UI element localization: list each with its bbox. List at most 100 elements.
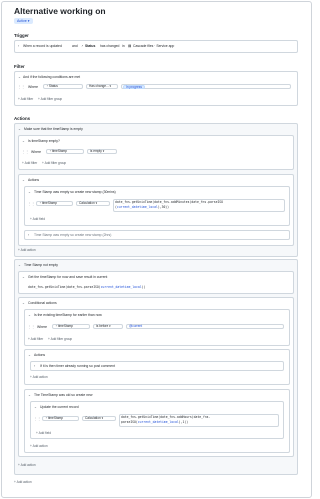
filter-operator-value: Has change...	[89, 84, 109, 88]
action-type-select[interactable]: Calculation ▾	[76, 201, 110, 206]
formula-line-1: date_fns.getUnixTime(date_fns.addMinutes…	[115, 200, 224, 204]
condition-where: Where	[37, 325, 47, 329]
drag-handle-icon[interactable]: ⋮⋮	[22, 150, 29, 154]
drag-handle-icon[interactable]: ⋮⋮	[28, 202, 35, 206]
trigger-table[interactable]: Cascade files · Service app	[133, 44, 174, 48]
chevron-down-icon[interactable]: ⌄	[22, 139, 25, 143]
add-action-button[interactable]: + Add action	[30, 375, 48, 379]
condition-operator-value: is before	[96, 324, 109, 328]
old-timestamp-title: The TimeStamp was old so create new	[34, 393, 93, 397]
formula-variable[interactable]: current_datetime_local	[138, 420, 179, 424]
trigger-and: and	[72, 44, 78, 48]
add-filter-group-button[interactable]: + Add filter group	[48, 337, 72, 341]
condition-operator-select[interactable]: is empty ▾	[87, 149, 117, 154]
get-timestamp-formula: date_fns.getUnixTime(date_fns.parseISO(c…	[28, 285, 145, 289]
action-block-title: Make sure that the timeStamp is empty	[24, 127, 83, 131]
drag-handle-icon[interactable]: ⋮⋮	[28, 325, 35, 329]
condition-field-value: timeStamp	[51, 149, 68, 153]
filter-rule: And if the following conditions are met	[23, 75, 81, 79]
filter-heading: Filter	[14, 64, 25, 69]
drag-handle-icon[interactable]: ⋮⋮	[18, 85, 25, 89]
status-badge[interactable]: Active ▾	[14, 18, 33, 24]
get-timestamp-title: Get the timeStamp for now and save resul…	[28, 275, 108, 279]
formula-text: ),30))	[157, 205, 170, 209]
add-filter-group-button[interactable]: + Add filter group	[42, 161, 66, 165]
condition-operator-value: is empty	[90, 149, 102, 153]
update-field-value: timeStamp	[47, 416, 64, 420]
condition-value-field[interactable]: @current	[126, 324, 284, 329]
chevron-right-icon[interactable]: ›	[28, 233, 29, 237]
formula-line-2: (current_datetime_local),30))	[115, 205, 169, 209]
update-type-value: Calculation	[85, 416, 101, 420]
condition-title: Is timeStamp empty?	[28, 139, 60, 143]
action-block-title: Time Stamp not empty	[24, 263, 58, 267]
action-type-value: Calculation	[79, 201, 95, 205]
formula-text: ),1))	[178, 420, 189, 424]
condition-value: @current	[129, 324, 143, 328]
conditional-actions-title: Conditional actions	[28, 301, 57, 305]
filter-where: Where	[28, 85, 38, 89]
filter-operator-select[interactable]: Has change... ▾	[86, 84, 118, 89]
trigger-heading: Trigger	[14, 33, 29, 38]
actions-heading: Actions	[14, 116, 31, 121]
chevron-down-icon[interactable]: ⌄	[28, 393, 31, 397]
condition-operator-select[interactable]: is before ▾	[93, 324, 123, 329]
chevron-down-icon[interactable]: ⌄	[18, 127, 21, 131]
condition-field-select[interactable]: ◔ timeStamp	[52, 324, 90, 329]
update-type-select[interactable]: Calculation ▾	[82, 416, 116, 421]
add-action-button-main[interactable]: + Add action	[14, 480, 32, 484]
formula-text: parseISO(	[121, 420, 138, 424]
chevron-down-icon[interactable]: ⌄	[28, 353, 31, 357]
add-action-button[interactable]: + Add action	[18, 463, 36, 467]
trigger-field[interactable]: Status	[85, 44, 95, 48]
action-field-value: timeStamp	[41, 201, 58, 205]
drag-handle-icon[interactable]: ⋮⋮	[34, 417, 41, 421]
action-field-select[interactable]: ◔ timeStamp	[36, 201, 73, 206]
filter-value-field[interactable]	[121, 84, 291, 89]
action-item-title: Time Stamp was empty so create new stamp…	[34, 190, 116, 194]
filter-value-tag[interactable]: In progress	[123, 85, 145, 89]
actions-sublabel: Actions	[28, 178, 40, 182]
formula-line-1: date_fns.getUnixTime(date_fns.addHours(d…	[121, 415, 211, 419]
actions-sublabel: Actions	[34, 353, 46, 357]
add-filter-button[interactable]: + Add filter	[28, 337, 43, 341]
page-title: Alternative working on	[14, 6, 106, 16]
chevron-down-icon[interactable]: ⌄	[28, 190, 31, 194]
update-field-select[interactable]: ◔ timeStamp	[42, 416, 79, 421]
chevron-down-icon[interactable]: ⌄	[28, 313, 31, 317]
trigger-has-changed: has changed	[100, 44, 120, 48]
condition-field-value: timeStamp	[57, 324, 74, 328]
add-field-button[interactable]: + Add field	[30, 217, 45, 221]
formula-text: ))	[141, 285, 146, 289]
status-label: Active	[17, 19, 27, 23]
chevron-down-icon[interactable]: ⌄	[18, 263, 21, 267]
filter-field-value: Status	[48, 84, 58, 88]
condition-where: Where	[31, 150, 41, 154]
chevron-down-icon[interactable]: ⌄	[22, 301, 25, 305]
trigger-in: in	[122, 44, 125, 48]
chevron-down-icon[interactable]: ⌄	[22, 275, 25, 279]
chevron-down-icon[interactable]: ⌄	[18, 75, 21, 79]
chevron-right-icon[interactable]: ›	[18, 44, 19, 48]
formula-line-2: parseISO(current_datetime_local),1))	[121, 420, 188, 424]
condition-field-select[interactable]: ◔ timeStamp	[46, 149, 84, 154]
trigger-when: When a record is updated	[23, 44, 62, 48]
add-field-button[interactable]: + Add field	[36, 431, 51, 435]
clock-icon: ◔	[81, 44, 84, 48]
formula-text: date_fns.getUnixTime(date_fns.parseISO(	[28, 285, 101, 289]
add-filter-button[interactable]: + Add filter	[18, 97, 33, 101]
chevron-down-icon[interactable]: ⌄	[22, 178, 25, 182]
add-filter-button[interactable]: + Add filter	[22, 161, 37, 165]
add-action-button[interactable]: + Add action	[18, 248, 36, 252]
action-item-title: If it is then timer already running so p…	[40, 364, 116, 368]
chevron-right-icon[interactable]: ›	[34, 364, 35, 368]
add-filter-group-button[interactable]: + Add filter group	[38, 97, 62, 101]
formula-variable[interactable]: current_datetime_local	[101, 285, 142, 289]
formula-variable[interactable]: current_datetime_local	[117, 205, 158, 209]
add-action-button[interactable]: + Add action	[30, 444, 48, 448]
chevron-down-icon[interactable]: ⌄	[34, 405, 37, 409]
condition-title: Is the existing timeStamp for earlier th…	[34, 313, 102, 317]
update-record-title: Update the current record	[40, 405, 79, 409]
filter-field-select[interactable]: ◔ Status	[43, 84, 83, 89]
action-item-title: Time Stamp was empty so create new stamp…	[34, 233, 112, 237]
